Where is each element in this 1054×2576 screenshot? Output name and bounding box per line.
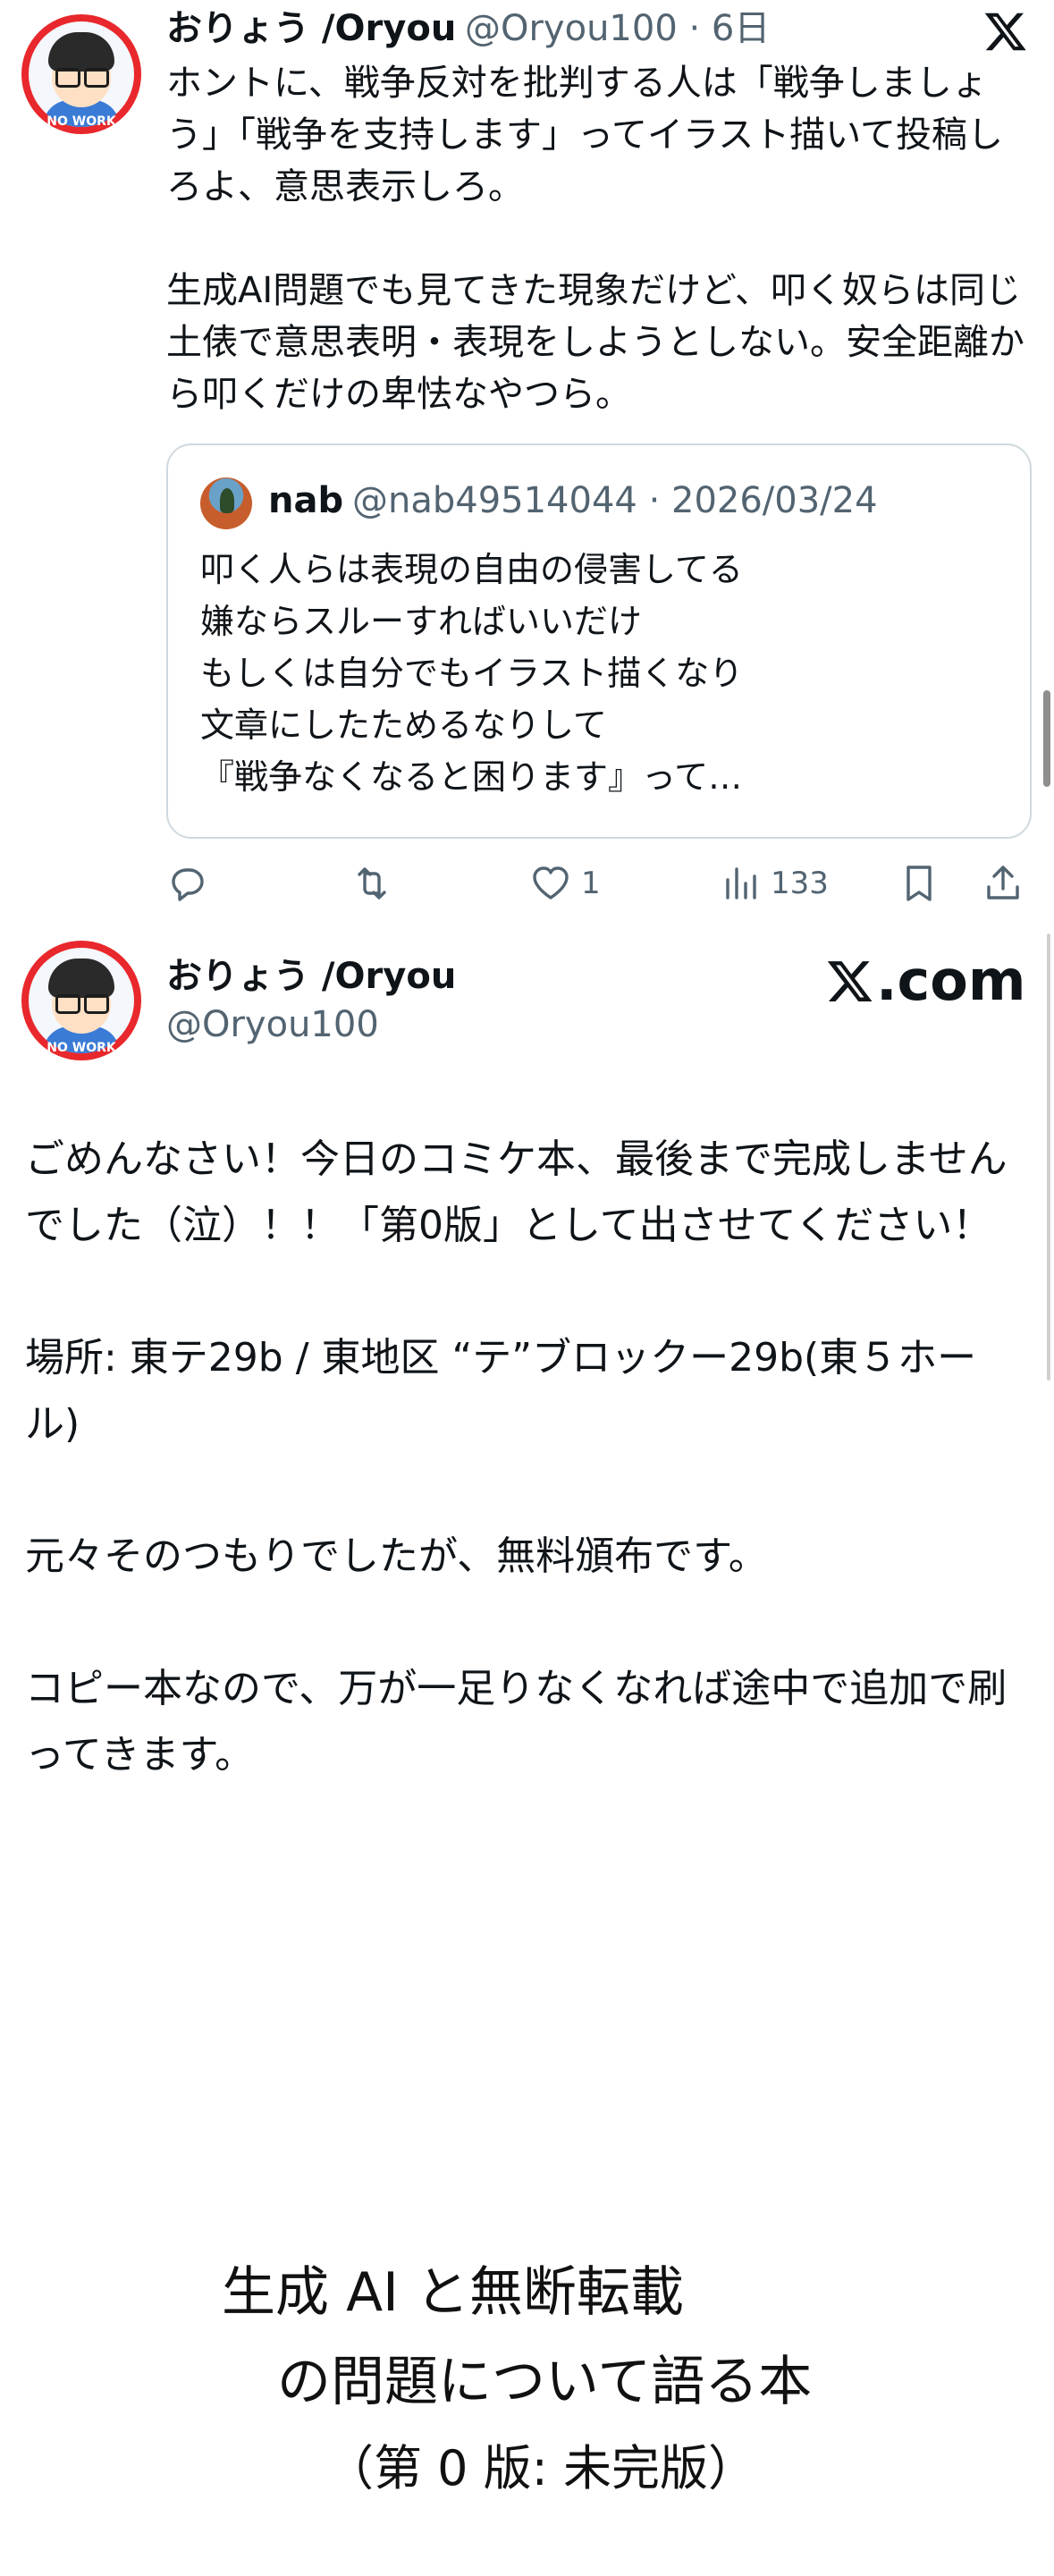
bookmark-button[interactable]	[898, 857, 940, 910]
views-button[interactable]: 133	[719, 857, 829, 910]
embedded-avatar: NO WORK	[21, 941, 141, 1060]
brand-suffix: .com	[876, 948, 1026, 1013]
x-logo-icon	[827, 961, 873, 1001]
quoted-tweet[interactable]: nab @nab49514044 · 2026/03/24 叩く人らは表現の自由…	[166, 443, 1032, 839]
cover-title-line2: の問題について語る本	[277, 2351, 813, 2413]
embedded-display-name: おりょう /Oryou	[166, 956, 457, 997]
cover-title-line1: 生成 AI と無断転載	[222, 2261, 684, 2324]
embedded-avatar-badge: NO WORK	[46, 1041, 116, 1055]
like-count: 1	[581, 866, 601, 901]
tweet-actions: 1 133	[166, 857, 1032, 910]
retweet-icon	[358, 867, 386, 899]
like-button[interactable]: 1	[529, 857, 601, 910]
views-icon	[726, 867, 756, 899]
handle-and-time[interactable]: @Oryou100 · 6日	[465, 7, 770, 50]
embedded-post-text: ごめんなさい！今日のコミケ本、最後まで完成しませんでした（泣）！！「第0版」とし…	[25, 1136, 1008, 1778]
share-icon	[987, 866, 1019, 899]
quote-text: 叩く人らは表現の自由の侵害してる 嫌ならスルーすればいいだけ もしくは自分でもイ…	[200, 550, 744, 797]
avatar-badge: NO WORK	[46, 114, 116, 129]
avatar[interactable]: NO WORK	[21, 14, 141, 134]
bookmark-icon	[906, 866, 932, 901]
views-count: 133	[771, 866, 829, 901]
cover-subtitle: （第 0 版: 未完版）	[325, 2440, 757, 2496]
quote-avatar	[200, 477, 252, 529]
tweet-text: ホントに、戦争反対を批判する人は「戦争しましょう」「戦争を支持します」ってイラス…	[166, 63, 1024, 415]
image-scroll-track	[1047, 933, 1050, 1381]
scrollbar[interactable]	[1043, 690, 1050, 787]
x-logo-icon	[984, 13, 1026, 51]
display-name[interactable]: おりょう /Oryou	[166, 7, 456, 50]
reply-icon	[172, 868, 204, 901]
quote-meta: @nab49514044 · 2026/03/24	[352, 480, 878, 521]
embedded-handle: @Oryou100	[166, 1004, 379, 1045]
xcom-brand: .com	[826, 950, 1026, 1012]
quote-display-name: nab	[268, 480, 344, 521]
share-button[interactable]	[982, 857, 1024, 910]
retweet-button[interactable]	[350, 857, 393, 910]
reply-button[interactable]	[166, 857, 209, 910]
heart-icon	[533, 866, 569, 899]
